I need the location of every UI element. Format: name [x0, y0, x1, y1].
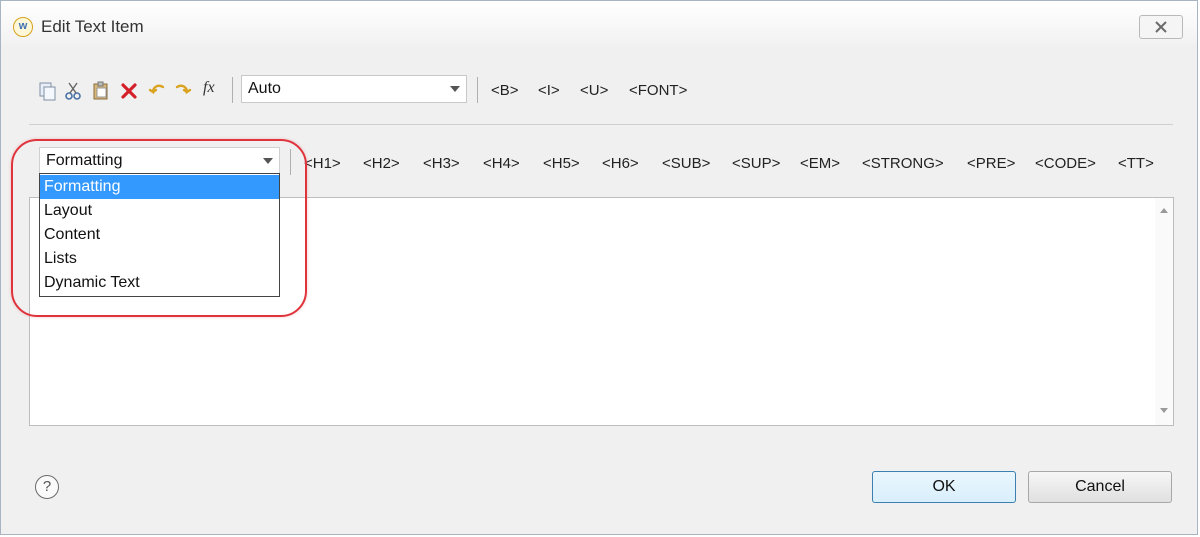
app-icon: w [13, 17, 33, 37]
tag-font-button[interactable]: <FONT> [629, 82, 687, 99]
toolbar-divider [29, 124, 1173, 125]
toolbar-separator [477, 77, 478, 103]
chevron-down-icon[interactable] [450, 86, 460, 92]
scroll-down-icon[interactable] [1160, 408, 1168, 413]
tag-code-button[interactable]: <CODE> [1035, 155, 1096, 172]
cut-icon[interactable] [63, 81, 83, 101]
tag-h3-button[interactable]: <H3> [423, 155, 460, 172]
tag-strong-button[interactable]: <STRONG> [862, 155, 944, 172]
tag-h5-button[interactable]: <H5> [543, 155, 580, 172]
tag-italic-button[interactable]: <I> [538, 82, 560, 99]
function-icon[interactable]: fx [203, 79, 223, 99]
redo-icon[interactable] [173, 81, 193, 101]
cancel-button[interactable]: Cancel [1028, 471, 1172, 503]
tag-bold-button[interactable]: <B> [491, 82, 519, 99]
tag-h2-button[interactable]: <H2> [363, 155, 400, 172]
tag-h4-button[interactable]: <H4> [483, 155, 520, 172]
tag-h1-button[interactable]: <H1> [304, 155, 341, 172]
title-bar: w Edit Text Item [1, 1, 1197, 45]
editor-scrollbar[interactable] [1155, 198, 1173, 425]
tag-tt-button[interactable]: <TT> [1118, 155, 1154, 172]
edit-text-item-dialog: w Edit Text Item fx Auto <B> <I> <U> <FO… [0, 0, 1198, 535]
highlight-annotation [11, 139, 307, 317]
font-combo-value: Auto [248, 80, 281, 97]
copy-icon[interactable] [37, 81, 57, 101]
tag-underline-button[interactable]: <U> [580, 82, 608, 99]
tag-sup-button[interactable]: <SUP> [732, 155, 780, 172]
toolbar-separator [232, 77, 233, 103]
tag-pre-button[interactable]: <PRE> [967, 155, 1015, 172]
tag-em-button[interactable]: <EM> [800, 155, 840, 172]
close-button[interactable] [1139, 15, 1183, 39]
ok-button[interactable]: OK [872, 471, 1016, 503]
window-title: Edit Text Item [41, 17, 144, 36]
delete-icon[interactable] [119, 81, 139, 101]
scroll-up-icon[interactable] [1160, 208, 1168, 213]
paste-icon[interactable] [91, 81, 111, 101]
undo-icon[interactable] [147, 81, 167, 101]
tag-h6-button[interactable]: <H6> [602, 155, 639, 172]
tag-sub-button[interactable]: <SUB> [662, 155, 710, 172]
font-combo[interactable]: Auto [241, 75, 467, 103]
close-icon [1155, 21, 1167, 33]
help-icon[interactable]: ? [35, 475, 59, 499]
